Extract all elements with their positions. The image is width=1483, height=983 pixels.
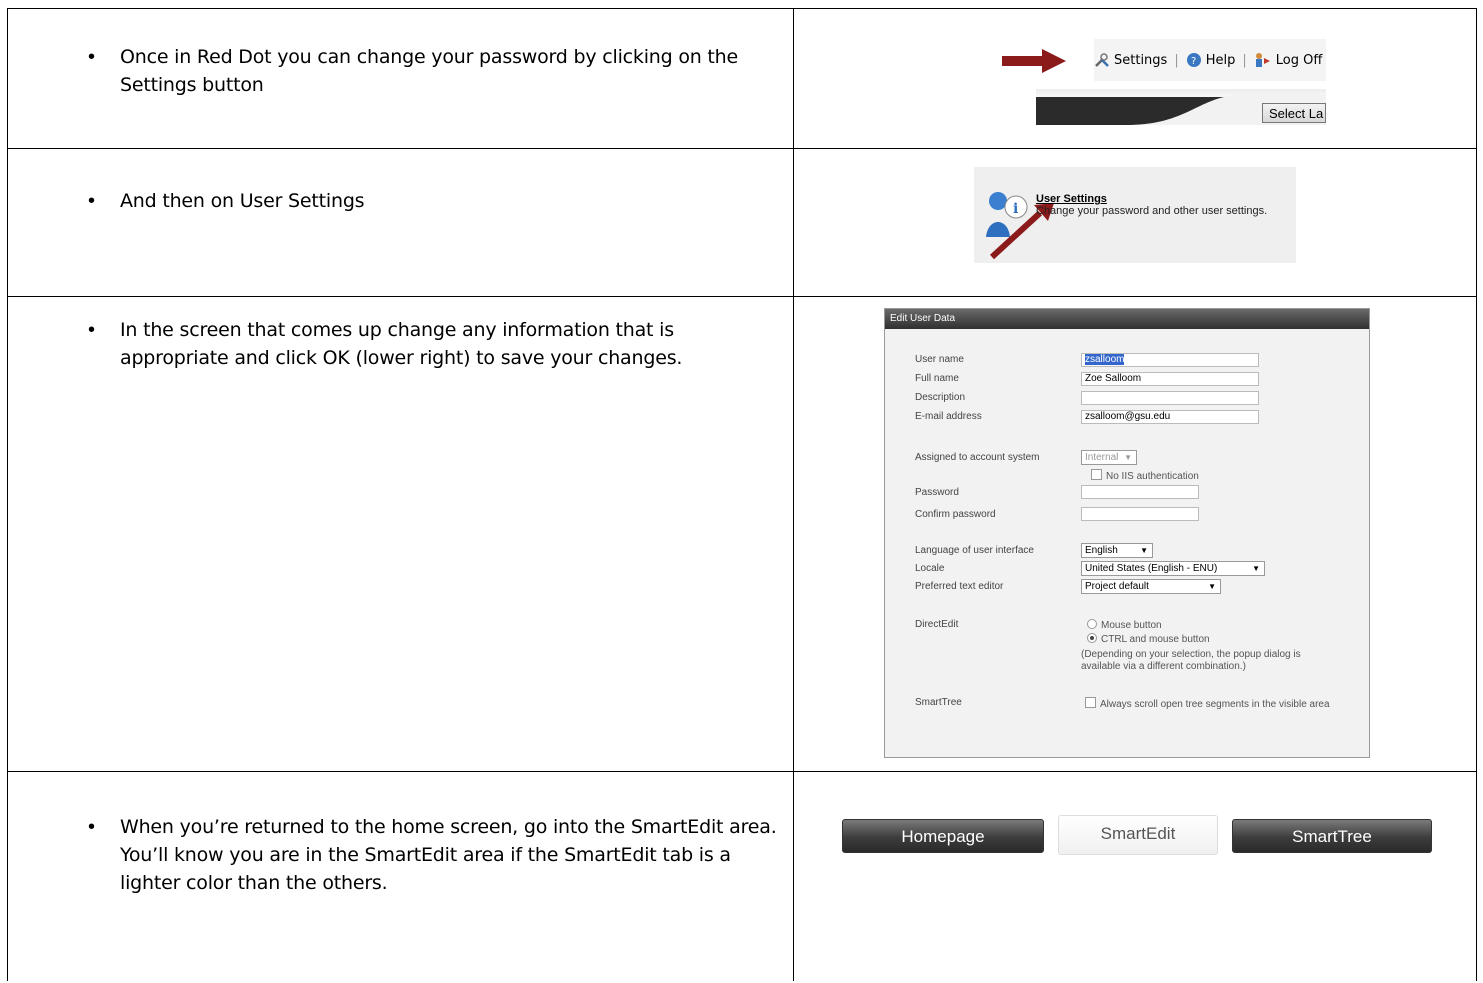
language-select[interactable]: English ▼: [1081, 543, 1153, 558]
ctrl-mouse-radio[interactable]: CTRL and mouse button: [1087, 633, 1210, 645]
bullet-icon: •: [88, 46, 96, 68]
confirm-password-label: Confirm password: [915, 509, 996, 520]
directedit-note: available via a different combination.): [1081, 661, 1246, 672]
table-row: • When you’re returned to the home scree…: [7, 771, 1477, 981]
instruction-text: And then on User Settings: [120, 190, 365, 212]
password-label: Password: [915, 487, 959, 498]
description-label: Description: [915, 392, 966, 403]
tab-smartedit[interactable]: SmartEdit: [1058, 815, 1218, 855]
edit-user-data-dialog: Edit User Data User name zsalloom Full n…: [884, 308, 1370, 758]
screenshot-cell: i User Settings Change your password and…: [794, 147, 1476, 296]
bullet-icon: •: [88, 190, 96, 212]
table-row: • In the screen that comes up change any…: [7, 296, 1477, 772]
text-editor-value: Project default: [1085, 581, 1149, 592]
tools-icon: [1095, 53, 1109, 67]
account-system-select[interactable]: Internal ▼: [1081, 450, 1137, 465]
user-settings-description: Change your password and other user sett…: [1036, 205, 1268, 217]
dropdown-icon: ▼: [1208, 582, 1216, 591]
email-label: E-mail address: [915, 411, 982, 422]
svg-text:?: ?: [1191, 56, 1196, 67]
directedit-label: DirectEdit: [915, 619, 959, 630]
description-input[interactable]: [1081, 391, 1259, 405]
bullet-icon: •: [88, 319, 96, 341]
mouse-button-radio[interactable]: Mouse button: [1087, 619, 1162, 631]
instruction-text: When you’re returned to the home screen,…: [120, 816, 777, 894]
settings-button[interactable]: Settings: [1094, 52, 1167, 68]
language-label: Language of user interface: [915, 545, 1034, 556]
instruction-text: In the screen that comes up change any i…: [120, 319, 683, 369]
ctrl-mouse-label: CTRL and mouse button: [1101, 634, 1210, 645]
table-row: • And then on User Settings i User Setti…: [7, 147, 1477, 297]
red-arrow-icon: [1002, 49, 1066, 73]
help-label: Help: [1205, 52, 1236, 68]
user-name-input[interactable]: zsalloom: [1081, 353, 1259, 367]
separator: |: [1242, 52, 1247, 68]
locale-value: United States (English - ENU): [1085, 563, 1218, 574]
confirm-password-input[interactable]: [1081, 507, 1199, 521]
help-button[interactable]: ? Help: [1186, 52, 1236, 68]
checkbox-icon: [1091, 469, 1102, 480]
bullet-icon: •: [88, 816, 96, 838]
directedit-note: (Depending on your selection, the popup …: [1081, 649, 1301, 660]
smarttree-checkbox[interactable]: Always scroll open tree segments in the …: [1085, 697, 1330, 710]
no-iis-label: No IIS authentication: [1106, 471, 1199, 482]
text-editor-label: Preferred text editor: [915, 581, 1004, 592]
user-settings-link[interactable]: User Settings: [1036, 193, 1107, 205]
smarttree-label: SmartTree: [915, 697, 962, 708]
full-name-label: Full name: [915, 373, 959, 384]
dropdown-icon: ▼: [1252, 564, 1260, 573]
help-icon: ?: [1186, 53, 1201, 67]
settings-label: Settings: [1114, 52, 1168, 68]
top-toolbar: Settings | ? Help | Log Off: [1094, 39, 1326, 81]
mouse-button-label: Mouse button: [1101, 620, 1162, 631]
select-language-button[interactable]: Select La: [1262, 103, 1326, 123]
dialog-title: Edit User Data: [885, 309, 1369, 329]
locale-label: Locale: [915, 563, 945, 574]
smarttree-option: Always scroll open tree segments in the …: [1100, 699, 1330, 710]
checkbox-icon: [1085, 697, 1096, 708]
password-input[interactable]: [1081, 485, 1199, 499]
instruction-cell: • In the screen that comes up change any…: [8, 296, 794, 771]
user-name-label: User name: [915, 354, 964, 365]
log-off-icon: [1255, 53, 1270, 67]
instruction-cell: • Once in Red Dot you can change your pa…: [8, 9, 794, 148]
screenshot-cell: Edit User Data User name zsalloom Full n…: [794, 296, 1476, 771]
radio-icon: [1087, 619, 1097, 629]
tab-homepage[interactable]: Homepage: [842, 819, 1044, 853]
no-iis-checkbox[interactable]: No IIS authentication: [1091, 469, 1199, 482]
locale-select[interactable]: United States (English - ENU) ▼: [1081, 561, 1265, 576]
log-off-button[interactable]: Log Off: [1254, 52, 1323, 68]
instruction-text: Once in Red Dot you can change your pass…: [120, 46, 739, 96]
tab-smarttree[interactable]: SmartTree: [1232, 819, 1432, 853]
user-settings-screenshot: i User Settings Change your password and…: [974, 167, 1296, 263]
toolbar-screenshot: Settings | ? Help | Log Off Select La: [1002, 39, 1326, 139]
instruction-cell: • When you’re returned to the home scree…: [8, 771, 794, 981]
table-row: • Once in Red Dot you can change your pa…: [7, 8, 1477, 149]
text-editor-select[interactable]: Project default ▼: [1081, 579, 1221, 594]
user-name-value: zsalloom: [1085, 354, 1125, 365]
separator: |: [1174, 52, 1179, 68]
instruction-cell: • And then on User Settings: [8, 147, 794, 296]
screenshot-cell: Settings | ? Help | Log Off Select La: [794, 9, 1476, 148]
email-input[interactable]: zsalloom@gsu.edu: [1081, 410, 1259, 424]
account-system-label: Assigned to account system: [915, 452, 1040, 463]
screenshot-cell: Homepage SmartEdit SmartTree: [794, 771, 1476, 981]
log-off-label: Log Off: [1275, 52, 1323, 68]
account-system-value: Internal: [1085, 452, 1119, 463]
language-value: English: [1085, 545, 1118, 556]
radio-selected-icon: [1087, 633, 1097, 643]
dropdown-icon: ▼: [1140, 546, 1148, 555]
tabs-screenshot: Homepage SmartEdit SmartTree: [842, 815, 1436, 857]
dropdown-icon: ▼: [1124, 453, 1132, 462]
full-name-input[interactable]: Zoe Salloom: [1081, 372, 1259, 386]
